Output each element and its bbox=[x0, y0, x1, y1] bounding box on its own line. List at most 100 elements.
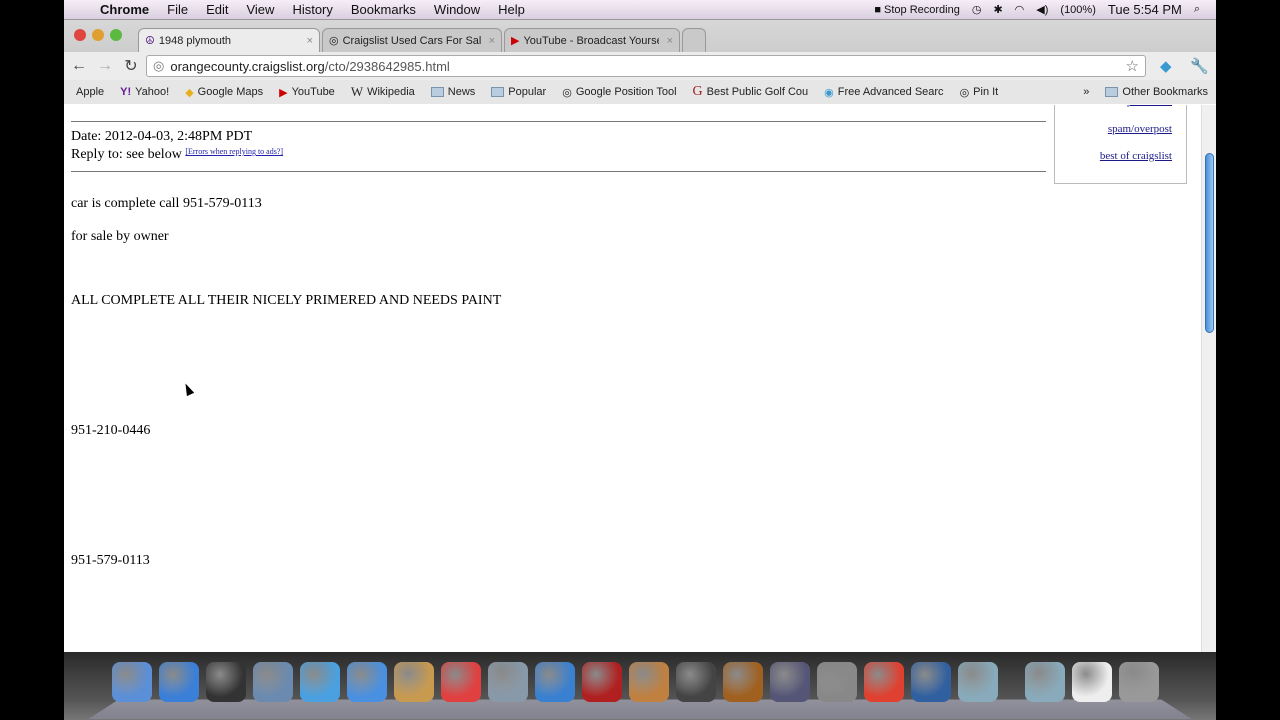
seo-extension-icon[interactable]: ◆ bbox=[1160, 57, 1172, 75]
bookmark-news[interactable]: News bbox=[430, 86, 476, 98]
tab-craigslist[interactable]: ◎ Craigslist Used Cars For Sale × bbox=[322, 28, 502, 52]
dock-app-icon[interactable] bbox=[770, 662, 810, 702]
scrollbar-thumb[interactable] bbox=[1205, 153, 1214, 333]
close-tab-icon[interactable]: × bbox=[489, 35, 495, 47]
menu-app[interactable]: Chrome bbox=[100, 2, 149, 17]
bookmark-popular[interactable]: Popular bbox=[491, 86, 546, 98]
url-path: /cto/2938642985.html bbox=[324, 58, 450, 74]
dock-app-icon[interactable] bbox=[1072, 662, 1112, 702]
dock-app-icon[interactable] bbox=[488, 662, 528, 702]
bookmark-label: Other Bookmarks bbox=[1122, 86, 1208, 98]
globe-icon: ◎ bbox=[959, 86, 970, 99]
dock-app-icon[interactable] bbox=[535, 662, 575, 702]
reply-to: Reply to: see below bbox=[71, 147, 182, 162]
close-window-button[interactable] bbox=[74, 29, 86, 41]
dock-app-icon[interactable] bbox=[347, 662, 387, 702]
menu-edit[interactable]: Edit bbox=[206, 2, 228, 17]
bookmark-pin-it[interactable]: ◎ Pin It bbox=[960, 86, 999, 99]
clock[interactable]: Tue 5:54 PM bbox=[1108, 2, 1182, 17]
menu-file[interactable]: File bbox=[167, 2, 188, 17]
youtube-icon: ▶ bbox=[511, 35, 520, 47]
vertical-scrollbar[interactable] bbox=[1201, 105, 1216, 652]
dock-app-icon[interactable] bbox=[253, 662, 293, 702]
spam-overpost-link[interactable]: spam/overpost bbox=[1108, 123, 1172, 135]
dock-app-icon[interactable] bbox=[582, 662, 622, 702]
divider bbox=[71, 121, 1046, 122]
bookmark-label: Apple bbox=[76, 86, 105, 98]
tab-title: Craigslist Used Cars For Sale bbox=[342, 34, 481, 47]
stop-recording[interactable]: ■ Stop Recording bbox=[874, 4, 960, 16]
minimize-window-button[interactable] bbox=[92, 29, 104, 41]
forward-button[interactable]: → bbox=[92, 57, 118, 75]
bookmark-golf[interactable]: G Best Public Golf Cou bbox=[693, 84, 809, 100]
menu-bookmarks[interactable]: Bookmarks bbox=[351, 2, 416, 17]
wrench-icon[interactable]: 🔧 bbox=[1190, 57, 1209, 75]
new-tab-button[interactable] bbox=[682, 28, 706, 52]
close-tab-icon[interactable]: × bbox=[667, 35, 673, 47]
bookmarks-overflow-chevron-icon[interactable]: » bbox=[1083, 86, 1089, 98]
bookmark-wikipedia[interactable]: W Wikipedia bbox=[351, 84, 415, 100]
other-bookmarks[interactable]: Other Bookmarks bbox=[1105, 86, 1208, 98]
menu-help[interactable]: Help bbox=[498, 2, 525, 17]
dock-app-icon[interactable] bbox=[864, 662, 904, 702]
peace-icon: ☮ bbox=[145, 35, 155, 47]
folder-icon bbox=[1105, 87, 1119, 97]
bookmark-label: Free Advanced Searc bbox=[837, 86, 944, 98]
bookmark-google-maps[interactable]: ◆ Google Maps bbox=[185, 86, 263, 99]
errors-replying-link[interactable]: [Errors when replying to ads?] bbox=[185, 147, 283, 156]
address-bar[interactable]: ◎ orangecounty.craigslist.org/cto/293864… bbox=[146, 55, 1146, 77]
dock-app-icon[interactable] bbox=[1119, 662, 1159, 702]
bookmark-label: Yahoo! bbox=[135, 86, 170, 98]
bookmark-youtube[interactable]: ▶ YouTube bbox=[279, 86, 335, 99]
zoom-window-button[interactable] bbox=[110, 29, 122, 41]
search-tool-icon: ◉ bbox=[824, 86, 834, 99]
back-button[interactable]: ← bbox=[66, 57, 92, 75]
close-tab-icon[interactable]: × bbox=[307, 35, 313, 47]
menu-window[interactable]: Window bbox=[434, 2, 480, 17]
time-machine-icon[interactable]: ◷ bbox=[972, 3, 982, 16]
dock-app-icon[interactable] bbox=[206, 662, 246, 702]
tab-1948-plymouth[interactable]: ☮ 1948 plymouth × bbox=[138, 28, 320, 52]
volume-icon[interactable]: ◀) bbox=[1036, 3, 1048, 16]
menu-view[interactable]: View bbox=[246, 2, 274, 17]
menu-history[interactable]: History bbox=[292, 2, 332, 17]
youtube-icon: ▶ bbox=[279, 86, 288, 99]
bookmark-yahoo[interactable]: Y! Yahoo! bbox=[120, 86, 169, 98]
dock-app-icon[interactable] bbox=[911, 662, 951, 702]
best-of-craigslist-link[interactable]: best of craigslist bbox=[1100, 150, 1172, 162]
dock-app-icon[interactable] bbox=[159, 662, 199, 702]
bluetooth-icon[interactable]: ✱ bbox=[993, 3, 1002, 16]
bookmark-apple[interactable]: Apple bbox=[72, 86, 104, 98]
dock-app-icon[interactable] bbox=[112, 662, 152, 702]
bookmark-label: Best Public Golf Cou bbox=[706, 86, 809, 98]
bookmark-google-position-tool[interactable]: ◎ Google Position Tool bbox=[562, 86, 676, 99]
folder-icon bbox=[491, 87, 505, 97]
stop-recording-label: Stop Recording bbox=[884, 3, 960, 16]
bookmark-star-icon[interactable]: ☆ bbox=[1126, 57, 1145, 75]
posting-date: Date: 2012-04-03, 2:48PM PDT bbox=[71, 129, 253, 144]
tab-youtube[interactable]: ▶ YouTube - Broadcast Yourse × bbox=[504, 28, 680, 52]
wifi-icon[interactable]: ◠ bbox=[1015, 3, 1025, 16]
dock-app-icon[interactable] bbox=[441, 662, 481, 702]
prohibited-link[interactable]: prohibited bbox=[1127, 105, 1172, 107]
reload-button[interactable]: ↻ bbox=[118, 56, 144, 76]
dock-app-icon[interactable] bbox=[394, 662, 434, 702]
dock-app-icon[interactable] bbox=[958, 662, 998, 702]
dock-app-icon[interactable] bbox=[1025, 662, 1065, 702]
bookmark-label: Wikipedia bbox=[367, 86, 415, 98]
dock-app-icon[interactable] bbox=[300, 662, 340, 702]
body-line: for sale by owner bbox=[71, 229, 169, 244]
dock-app-icon[interactable] bbox=[676, 662, 716, 702]
wikipedia-icon: W bbox=[350, 84, 364, 99]
spotlight-icon[interactable]: ⌕ bbox=[1194, 3, 1200, 16]
bookmark-free-advanced-search[interactable]: ◉ Free Advanced Searc bbox=[824, 86, 943, 99]
dock bbox=[64, 652, 1216, 720]
dock-app-icon[interactable] bbox=[629, 662, 669, 702]
browser-chrome: ☮ 1948 plymouth × ◎ Craigslist Used Cars Fo… bbox=[64, 20, 1216, 104]
g-icon: G bbox=[692, 84, 703, 99]
dock-app-icon[interactable] bbox=[723, 662, 763, 702]
battery-status[interactable]: (100%) bbox=[1060, 4, 1095, 16]
tab-title: 1948 plymouth bbox=[158, 34, 232, 47]
dock-app-icon[interactable] bbox=[817, 662, 857, 702]
bookmark-label: News bbox=[447, 86, 476, 98]
